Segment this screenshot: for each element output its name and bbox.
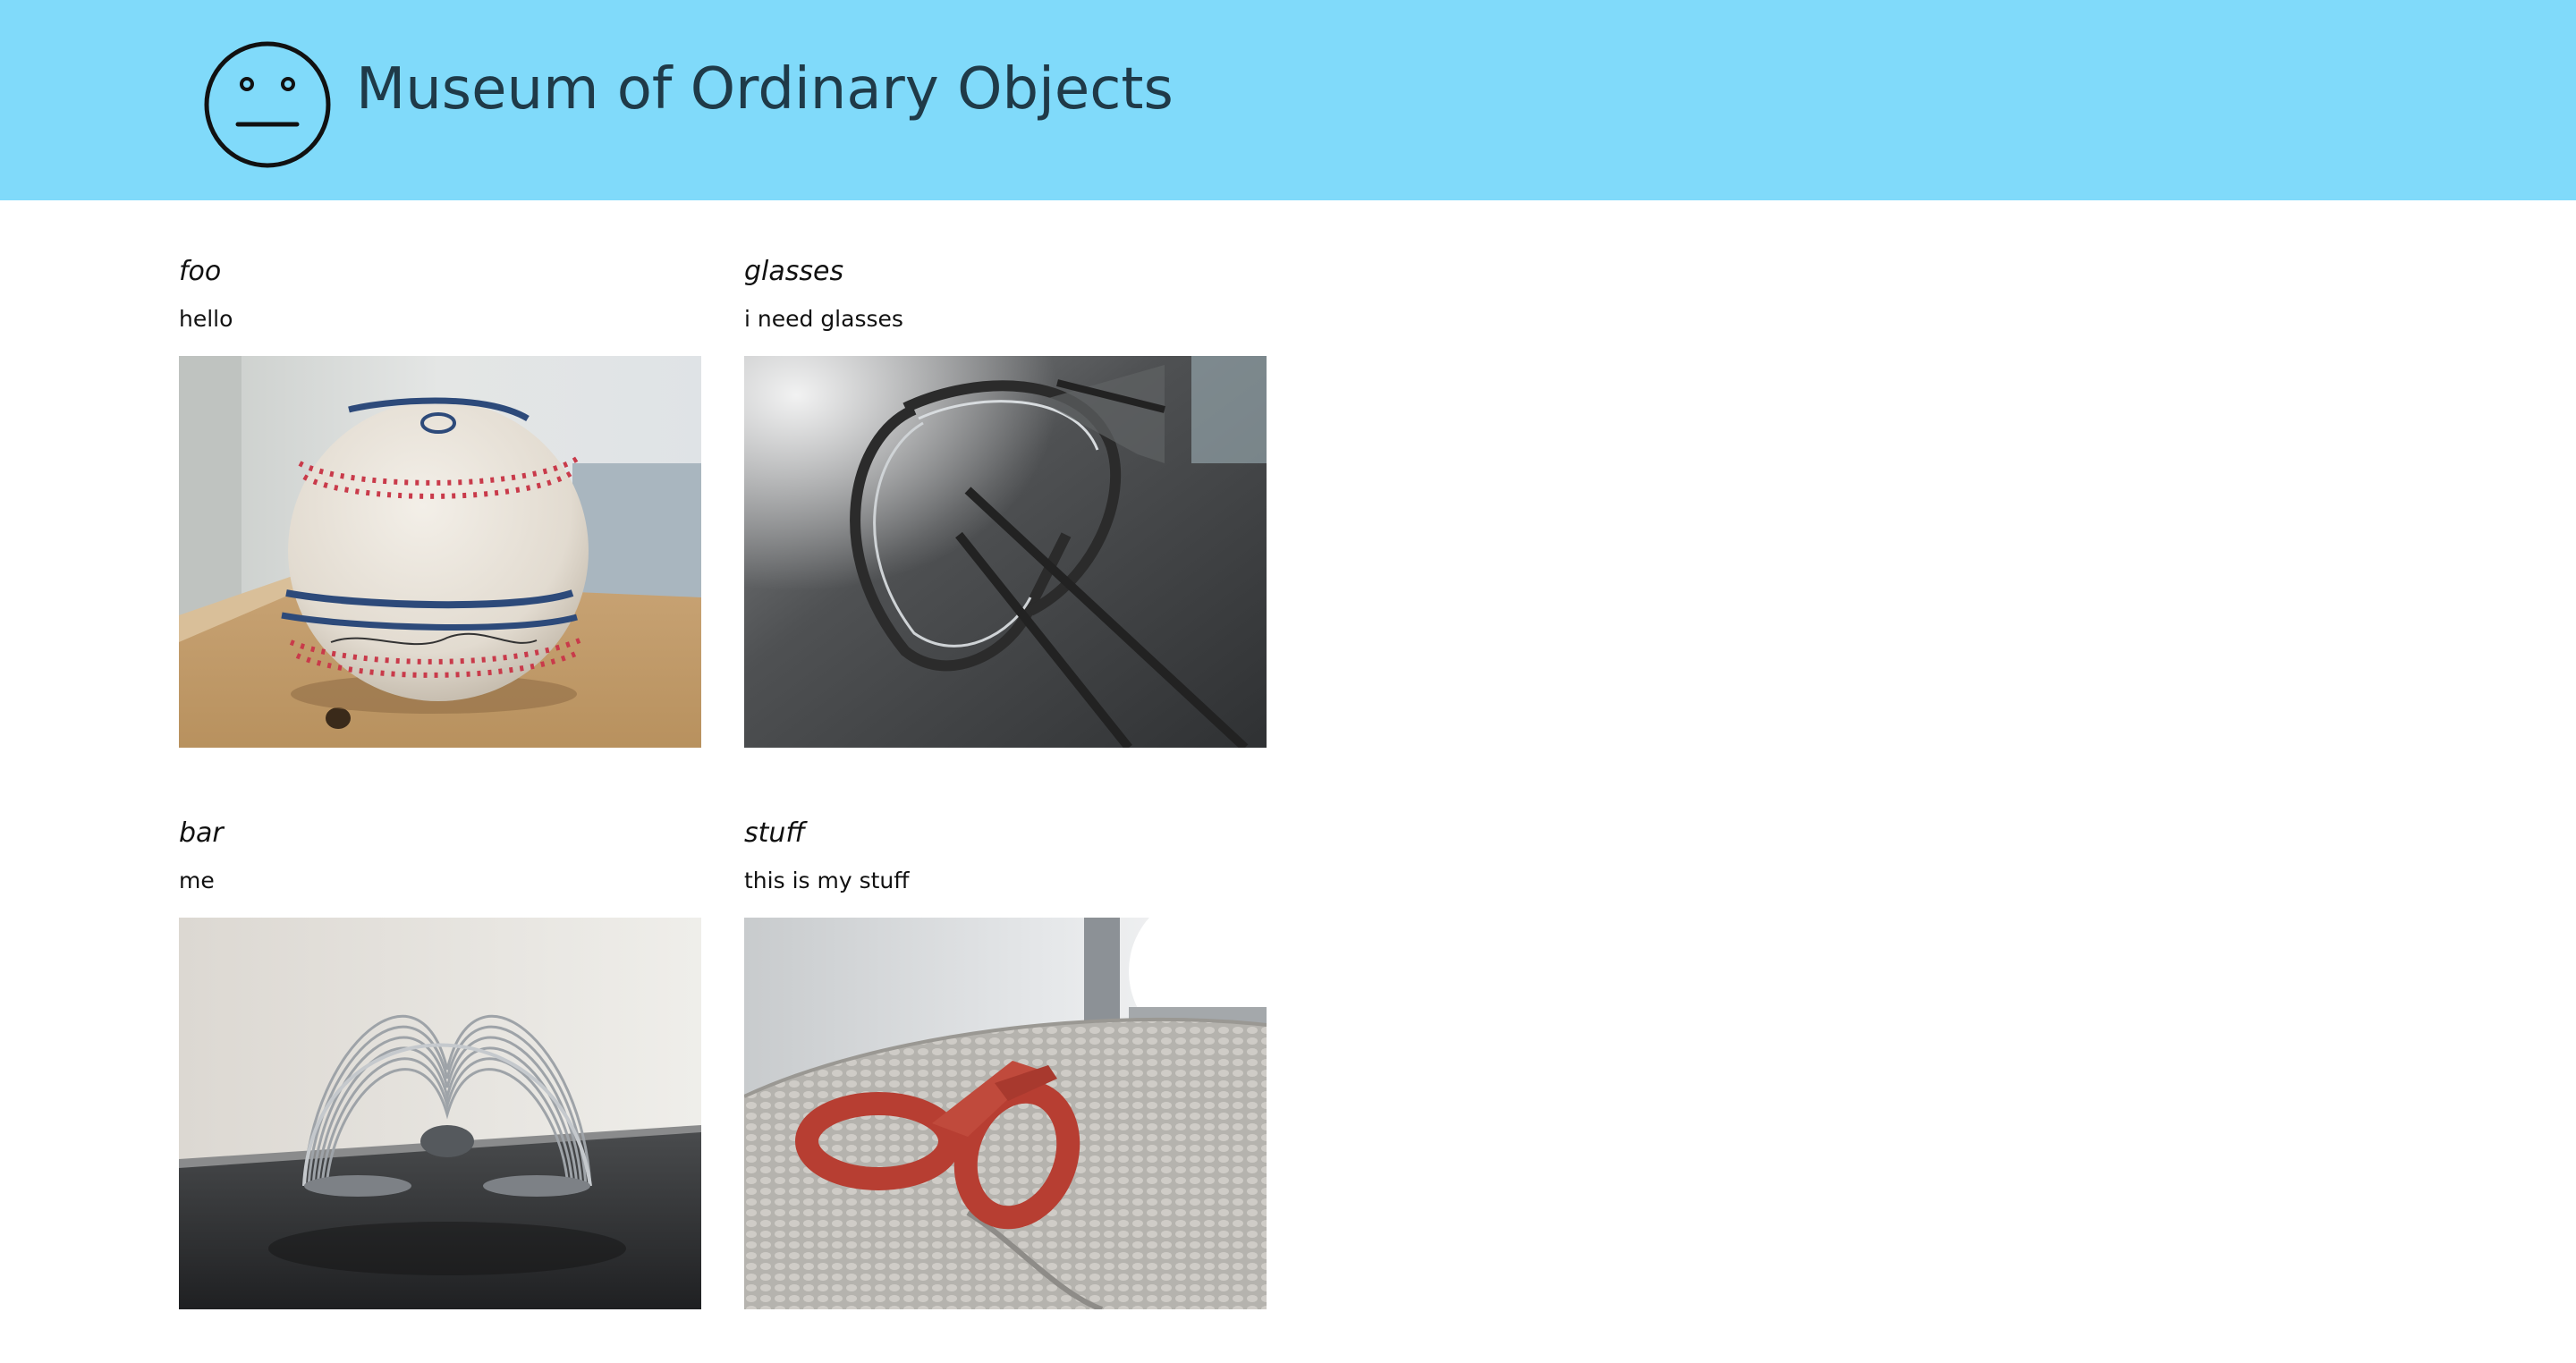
site-header: Museum of Ordinary Objects [0, 0, 2576, 200]
eyeglasses-photo[interactable] [744, 356, 1267, 748]
object-title: foo [179, 256, 222, 287]
slinky-photo[interactable] [179, 918, 701, 1309]
baseball-photo[interactable] [179, 356, 701, 748]
object-description: me [179, 868, 215, 893]
scissors-photo[interactable] [744, 918, 1267, 1309]
object-title: bar [179, 817, 224, 849]
object-description: hello [179, 306, 233, 332]
neutral-face-icon[interactable] [202, 39, 333, 170]
object-title: stuff [744, 817, 806, 849]
object-description: this is my stuff [744, 868, 910, 893]
site-title[interactable]: Museum of Ordinary Objects [356, 54, 1174, 125]
object-title: glasses [744, 256, 844, 287]
object-description: i need glasses [744, 306, 903, 332]
